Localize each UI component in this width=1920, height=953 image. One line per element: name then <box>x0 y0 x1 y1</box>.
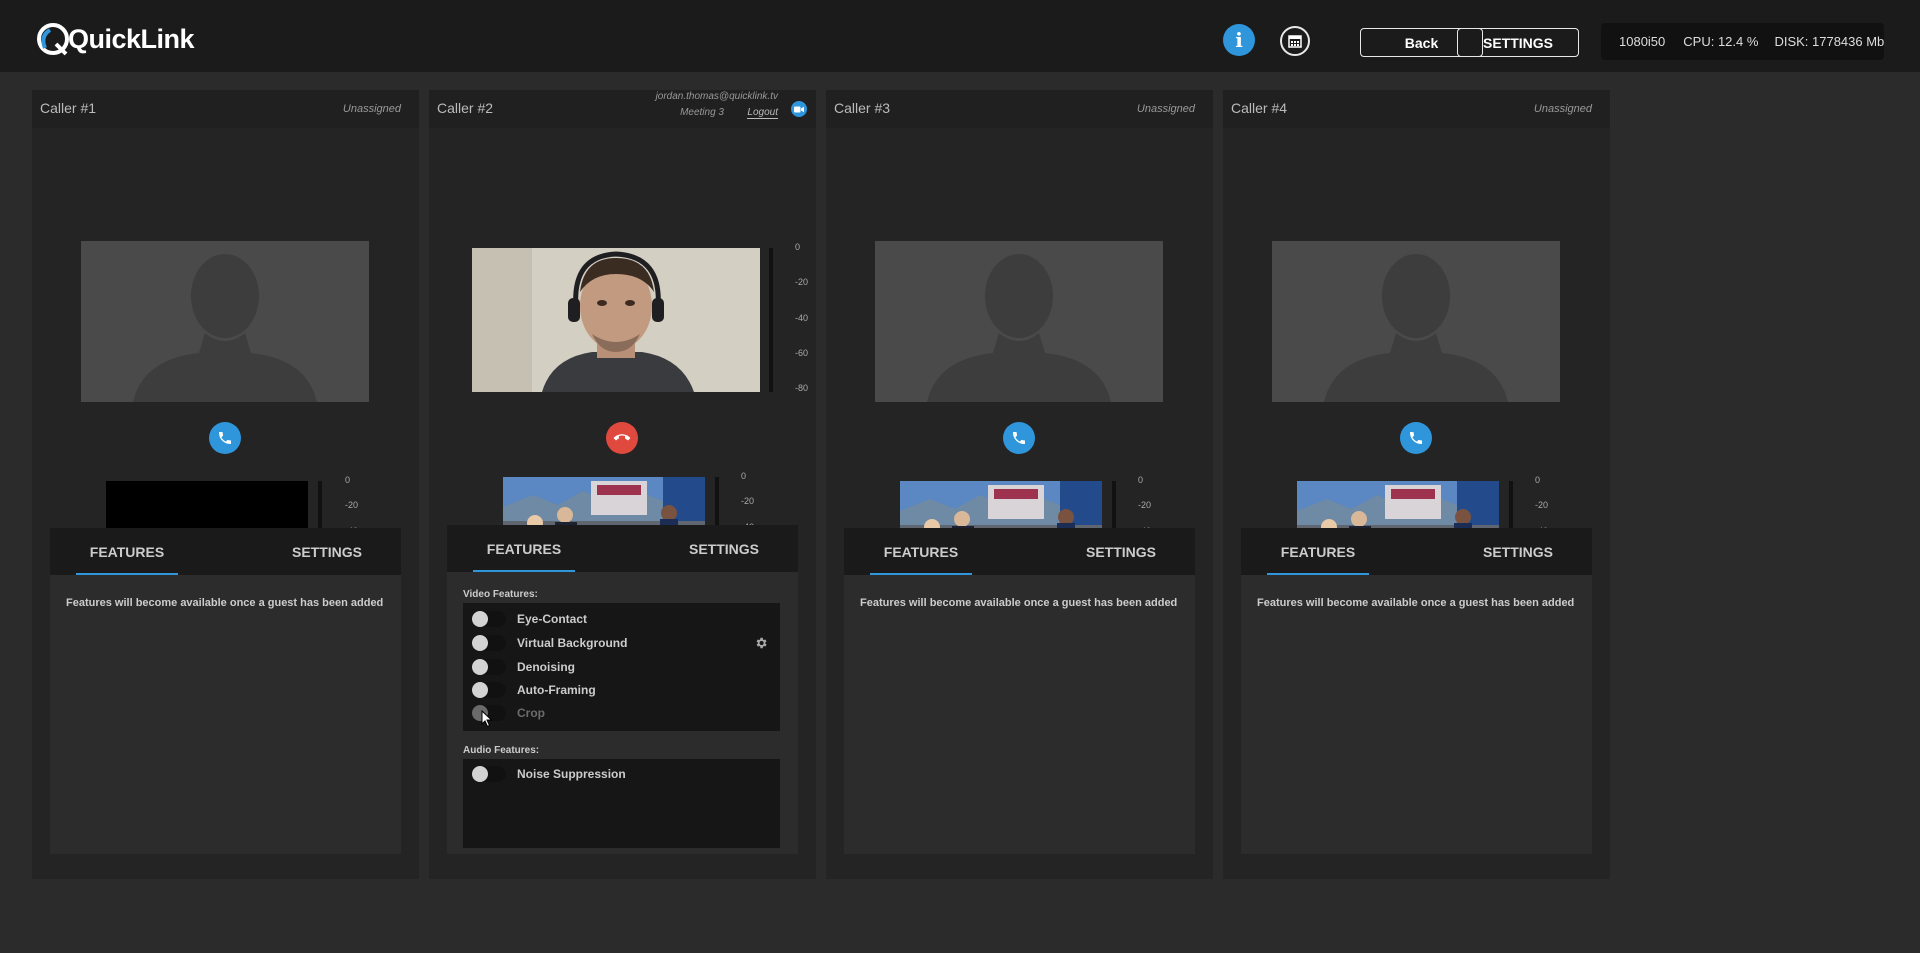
caller-panel-2: Caller #2 jordan.thomas@quicklink.tv Mee… <box>429 90 816 879</box>
phone-icon <box>1408 430 1424 446</box>
features-message: Features will become available once a gu… <box>66 597 384 609</box>
feature-denoising: Denoising <box>463 657 780 677</box>
top-bar: QuickLink i Back SETTINGS 1080i50 CPU: 1… <box>0 0 1920 72</box>
hangup-button[interactable] <box>606 422 638 454</box>
settings-button[interactable]: SETTINGS <box>1457 28 1579 57</box>
caller-panel-3: Caller #3 Unassigned 0-20-40-60-80 FEATU… <box>826 90 1213 879</box>
video-call-icon <box>791 101 807 117</box>
tab-settings[interactable]: SETTINGS <box>1463 528 1573 575</box>
logo-text: QuickLink <box>68 23 195 54</box>
features-message: Features will become available once a gu… <box>860 597 1178 609</box>
logout-link[interactable]: Logout <box>747 107 778 119</box>
feature-label: Auto-Framing <box>517 683 596 697</box>
call-button[interactable] <box>1400 422 1432 454</box>
video-features-list: Eye-Contact Virtual Background Denoising… <box>463 603 780 731</box>
tab-settings[interactable]: SETTINGS <box>272 528 382 575</box>
caller-placeholder-image <box>1272 241 1560 402</box>
feature-label: Crop <box>517 706 545 720</box>
caller-header: Caller #3 Unassigned <box>826 90 1213 128</box>
caller-tabs: FEATURES SETTINGS <box>844 528 1195 575</box>
caller-title: Caller #2 <box>437 100 494 116</box>
system-stats: 1080i50 CPU: 12.4 % DISK: 1778436 Mb <box>1601 23 1884 60</box>
caller-header: Caller #4 Unassigned <box>1223 90 1610 128</box>
caller-tabs: FEATURES SETTINGS <box>1241 528 1592 575</box>
noise-suppression-toggle[interactable] <box>472 766 506 782</box>
call-button[interactable] <box>1003 422 1035 454</box>
feature-noise-suppression: Noise Suppression <box>463 764 780 784</box>
mouse-cursor-icon <box>481 710 493 728</box>
feature-label: Noise Suppression <box>517 767 626 781</box>
audio-features-list: Noise Suppression <box>463 759 780 848</box>
tab-features[interactable]: FEATURES <box>473 525 575 572</box>
denoising-toggle[interactable] <box>472 659 506 675</box>
resolution-readout: 1080i50 <box>1619 34 1666 49</box>
audio-features-label: Audio Features: <box>463 745 540 756</box>
hangup-icon <box>611 427 634 450</box>
caller-panel-4: Caller #4 Unassigned 0-20-40-60-80 FEATU… <box>1223 90 1610 879</box>
features-message: Features will become available once a gu… <box>1257 597 1575 609</box>
tab-features[interactable]: FEATURES <box>76 528 178 575</box>
audio-meter <box>769 248 773 392</box>
calendar-icon[interactable] <box>1280 26 1310 56</box>
features-area: Features will become available once a gu… <box>844 575 1195 854</box>
caller-panel-1: Caller #1 Unassigned 0-20-40-60-80 FEATU… <box>32 90 419 879</box>
phone-icon <box>1011 430 1027 446</box>
quicklink-logo-icon <box>37 23 69 56</box>
cpu-readout: CPU: 12.4 % <box>1683 34 1759 49</box>
features-area: Features will become available once a gu… <box>50 575 401 854</box>
caller-tabs: FEATURES SETTINGS <box>447 525 798 572</box>
tab-settings[interactable]: SETTINGS <box>1066 528 1176 575</box>
caller-tabs: FEATURES SETTINGS <box>50 528 401 575</box>
caller-placeholder-image <box>875 241 1163 402</box>
assignment-status: Unassigned <box>1136 103 1195 115</box>
auto-framing-toggle[interactable] <box>472 682 506 698</box>
features-area: Video Features: Eye-Contact Virtual Back… <box>447 572 798 854</box>
feature-virtual-background: Virtual Background <box>463 633 780 653</box>
quicklink-logo: QuickLink <box>36 22 195 56</box>
caller-header: Caller #2 jordan.thomas@quicklink.tv Mee… <box>429 90 816 128</box>
caller-placeholder-image <box>81 241 369 402</box>
assignment-status: Unassigned <box>1533 103 1592 115</box>
features-area: Features will become available once a gu… <box>1241 575 1592 854</box>
tab-features[interactable]: FEATURES <box>1267 528 1369 575</box>
gear-icon[interactable] <box>754 636 768 650</box>
caller-video-feed <box>472 248 760 392</box>
meeting-name: Meeting 3 <box>680 107 724 118</box>
feature-auto-framing: Auto-Framing <box>463 680 780 700</box>
eye-contact-toggle[interactable] <box>472 611 506 627</box>
caller-header: Caller #1 Unassigned <box>32 90 419 128</box>
feature-label: Denoising <box>517 660 576 674</box>
assignment-status: Unassigned <box>342 103 401 115</box>
caller-title: Caller #1 <box>40 100 97 116</box>
tab-settings[interactable]: SETTINGS <box>669 525 779 572</box>
phone-icon <box>217 430 233 446</box>
feature-label: Eye-Contact <box>517 612 588 626</box>
feature-crop: Crop <box>463 703 780 723</box>
disk-readout: DISK: 1778436 Mb <box>1774 34 1885 49</box>
feature-eye-contact: Eye-Contact <box>463 609 780 629</box>
caller-title: Caller #4 <box>1231 100 1288 116</box>
call-button[interactable] <box>209 422 241 454</box>
feature-label: Virtual Background <box>517 636 628 650</box>
info-icon[interactable]: i <box>1223 24 1255 56</box>
tab-features[interactable]: FEATURES <box>870 528 972 575</box>
caller-title: Caller #3 <box>834 100 891 116</box>
user-email: jordan.thomas@quicklink.tv <box>655 91 778 102</box>
virtual-background-toggle[interactable] <box>472 635 506 651</box>
video-features-label: Video Features: <box>463 589 538 600</box>
